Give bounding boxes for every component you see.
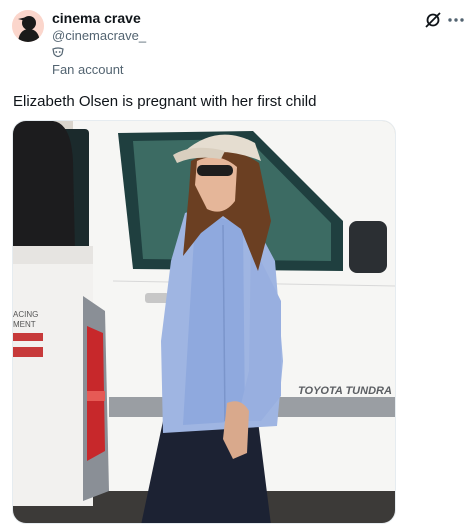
avatar-icon <box>12 10 44 42</box>
photo-illustration: TOYOTA TUNDRA ACING MENT <box>13 121 395 523</box>
truck-left-text-2: MENT <box>13 320 36 329</box>
author-display-name[interactable]: cinema crave <box>52 10 141 27</box>
affiliation-label: Fan account <box>52 62 124 77</box>
author-handle[interactable]: @cinemacrave_ <box>52 28 146 44</box>
author-avatar[interactable] <box>12 10 44 42</box>
grok-icon[interactable] <box>423 10 443 30</box>
truck-brand-text: TOYOTA TUNDRA <box>298 385 392 397</box>
tweet-media-photo[interactable]: TOYOTA TUNDRA ACING MENT <box>12 120 396 524</box>
tweet-text: Elizabeth Olsen is pregnant with her fir… <box>13 93 317 110</box>
mask-icon <box>52 47 64 58</box>
truck-left-text-1: ACING <box>13 310 38 319</box>
more-icon[interactable] <box>446 10 466 30</box>
